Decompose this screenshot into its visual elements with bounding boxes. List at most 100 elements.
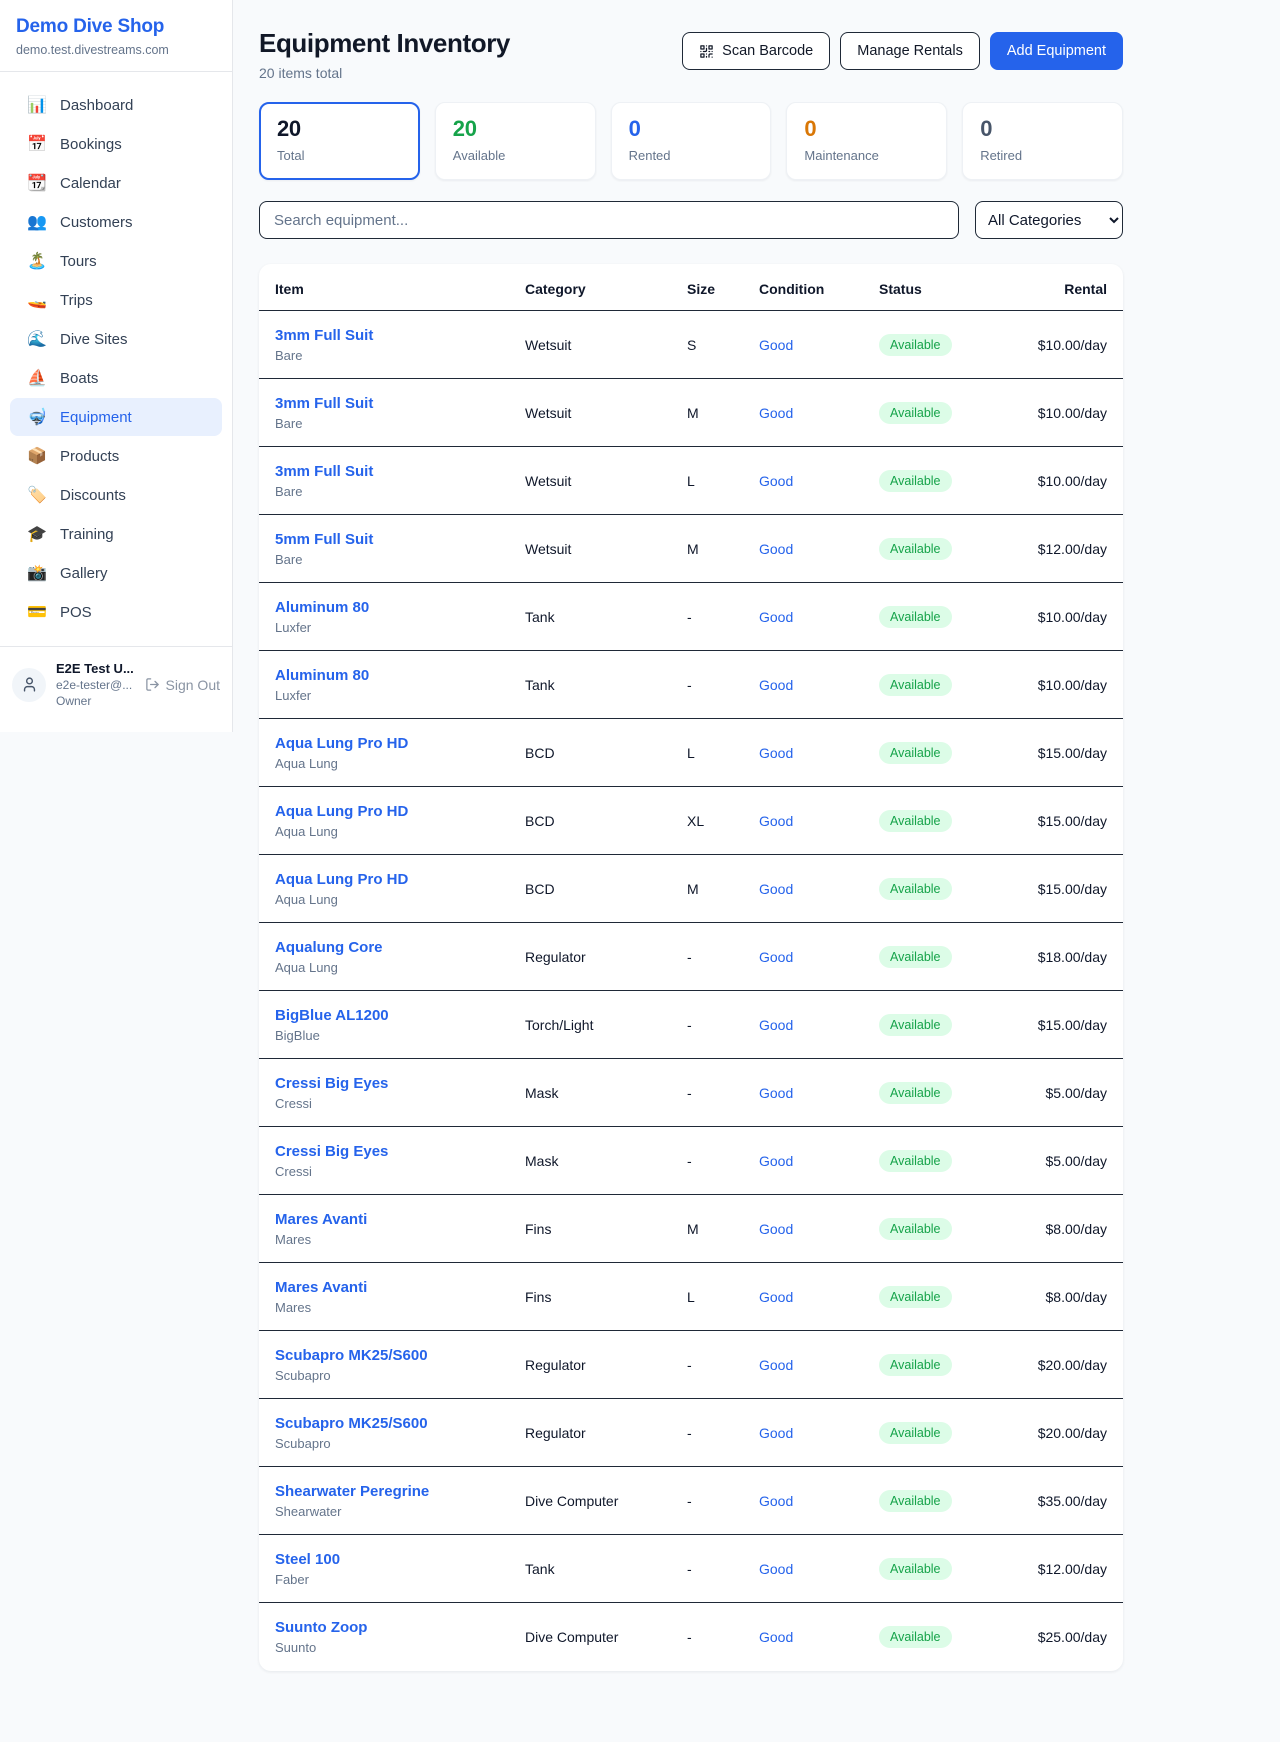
sign-out-button[interactable]: Sign Out — [145, 677, 220, 693]
size-cell: - — [687, 949, 759, 965]
stat-card-retired[interactable]: 0Retired — [962, 102, 1123, 180]
sidebar-item-gallery[interactable]: 📸Gallery — [10, 554, 222, 592]
item-name-link[interactable]: Aluminum 80 — [275, 667, 525, 684]
sidebar-item-trips[interactable]: 🚤Trips — [10, 281, 222, 319]
condition-cell: Good — [759, 1289, 879, 1305]
item-brand: Scubapro — [275, 1368, 525, 1383]
stat-card-maintenance[interactable]: 0Maintenance — [786, 102, 947, 180]
condition-link[interactable]: Good — [759, 1561, 793, 1577]
condition-link[interactable]: Good — [759, 813, 793, 829]
table-row: Aluminum 80LuxferTank-GoodAvailable$10.0… — [259, 583, 1123, 651]
item-brand: Luxfer — [275, 688, 525, 703]
sidebar-item-bookings[interactable]: 📅Bookings — [10, 125, 222, 163]
item-name-link[interactable]: Aqua Lung Pro HD — [275, 735, 525, 752]
size-cell: L — [687, 745, 759, 761]
item-name-link[interactable]: BigBlue AL1200 — [275, 1007, 525, 1024]
add-equipment-label: Add Equipment — [1007, 43, 1106, 59]
item-cell: Scubapro MK25/S600Scubapro — [275, 1415, 525, 1451]
status-cell: Available — [879, 1354, 1019, 1376]
sidebar-item-equipment[interactable]: 🤿Equipment — [10, 398, 222, 436]
stat-card-available[interactable]: 20Available — [435, 102, 596, 180]
item-name-link[interactable]: Mares Avanti — [275, 1211, 525, 1228]
add-equipment-button[interactable]: Add Equipment — [990, 32, 1123, 70]
item-name-link[interactable]: Aluminum 80 — [275, 599, 525, 616]
condition-link[interactable]: Good — [759, 337, 793, 353]
stat-value: 0 — [980, 116, 1105, 142]
condition-link[interactable]: Good — [759, 677, 793, 693]
item-name-link[interactable]: Aqua Lung Pro HD — [275, 871, 525, 888]
item-cell: BigBlue AL1200 BigBlue — [275, 1007, 525, 1043]
size-cell: XL — [687, 813, 759, 829]
size-cell: M — [687, 405, 759, 421]
condition-link[interactable]: Good — [759, 541, 793, 557]
item-name-link[interactable]: 3mm Full Suit — [275, 395, 525, 412]
condition-link[interactable]: Good — [759, 609, 793, 625]
item-name-link[interactable]: Aqua Lung Pro HD — [275, 803, 525, 820]
condition-cell: Good — [759, 1085, 879, 1101]
sidebar-item-dashboard[interactable]: 📊Dashboard — [10, 86, 222, 124]
item-name-link[interactable]: Mares Avanti — [275, 1279, 525, 1296]
item-brand: BigBlue — [275, 1028, 525, 1043]
sidebar-item-label: Gallery — [60, 565, 108, 582]
condition-link[interactable]: Good — [759, 1289, 793, 1305]
sidebar-item-products[interactable]: 📦Products — [10, 437, 222, 475]
item-cell: 3mm Full SuitBare — [275, 463, 525, 499]
sidebar-item-discounts[interactable]: 🏷️Discounts — [10, 476, 222, 514]
status-cell: Available — [879, 1422, 1019, 1444]
condition-link[interactable]: Good — [759, 405, 793, 421]
item-cell: Aqualung CoreAqua Lung — [275, 939, 525, 975]
condition-link[interactable]: Good — [759, 473, 793, 489]
condition-link[interactable]: Good — [759, 1629, 793, 1645]
item-name-link[interactable]: Shearwater Peregrine — [275, 1483, 525, 1500]
rental-cell: $15.00/day — [1019, 881, 1107, 897]
stat-card-rented[interactable]: 0Rented — [611, 102, 772, 180]
dashboard-icon: 📊 — [26, 95, 48, 115]
sidebar-item-calendar[interactable]: 📆Calendar — [10, 164, 222, 202]
condition-link[interactable]: Good — [759, 1085, 793, 1101]
condition-link[interactable]: Good — [759, 1357, 793, 1373]
pos-icon: 💳 — [26, 602, 48, 622]
table-row: Mares AvantiMaresFinsLGoodAvailable$8.00… — [259, 1263, 1123, 1331]
item-name-link[interactable]: 5mm Full Suit — [275, 531, 525, 548]
sidebar-item-training[interactable]: 🎓Training — [10, 515, 222, 553]
stat-card-total[interactable]: 20Total — [259, 102, 420, 180]
condition-link[interactable]: Good — [759, 1221, 793, 1237]
condition-link[interactable]: Good — [759, 1425, 793, 1441]
item-name-link[interactable]: Scubapro MK25/S600 — [275, 1347, 525, 1364]
sidebar-item-customers[interactable]: 👥Customers — [10, 203, 222, 241]
size-cell: - — [687, 1357, 759, 1373]
table-row: Scubapro MK25/S600ScubaproRegulator-Good… — [259, 1399, 1123, 1467]
status-badge: Available — [879, 1150, 952, 1172]
manage-rentals-button[interactable]: Manage Rentals — [840, 32, 980, 70]
sidebar-item-pos[interactable]: 💳POS — [10, 593, 222, 631]
sidebar-item-tours[interactable]: 🏝️Tours — [10, 242, 222, 280]
condition-link[interactable]: Good — [759, 1017, 793, 1033]
item-cell: Scubapro MK25/S600 Scubapro — [275, 1347, 525, 1383]
stat-value: 0 — [804, 116, 929, 142]
size-cell: M — [687, 541, 759, 557]
scan-barcode-button[interactable]: Scan Barcode — [682, 32, 830, 70]
item-name-link[interactable]: Scubapro MK25/S600 — [275, 1415, 525, 1432]
condition-link[interactable]: Good — [759, 1493, 793, 1509]
brand-name[interactable]: Demo Dive Shop — [16, 16, 216, 38]
status-badge: Available — [879, 1558, 952, 1580]
condition-link[interactable]: Good — [759, 949, 793, 965]
condition-link[interactable]: Good — [759, 1153, 793, 1169]
item-name-link[interactable]: Suunto Zoop — [275, 1619, 525, 1636]
sidebar-item-dive-sites[interactable]: 🌊Dive Sites — [10, 320, 222, 358]
item-name-link[interactable]: 3mm Full Suit — [275, 327, 525, 344]
category-select[interactable]: All Categories — [975, 201, 1123, 239]
item-name-link[interactable]: Cressi Big Eyes — [275, 1143, 525, 1160]
item-name-link[interactable]: Steel 100 — [275, 1551, 525, 1568]
rental-cell: $10.00/day — [1019, 405, 1107, 421]
tours-icon: 🏝️ — [26, 251, 48, 271]
item-name-link[interactable]: 3mm Full Suit — [275, 463, 525, 480]
item-name-link[interactable]: Aqualung Core — [275, 939, 525, 956]
condition-link[interactable]: Good — [759, 745, 793, 761]
item-name-link[interactable]: Cressi Big Eyes — [275, 1075, 525, 1092]
condition-link[interactable]: Good — [759, 881, 793, 897]
search-input[interactable] — [259, 201, 959, 239]
sidebar-item-boats[interactable]: ⛵Boats — [10, 359, 222, 397]
condition-cell: Good — [759, 677, 879, 693]
table-row: Scubapro MK25/S600ScubaproRegulator-Good… — [259, 1331, 1123, 1399]
